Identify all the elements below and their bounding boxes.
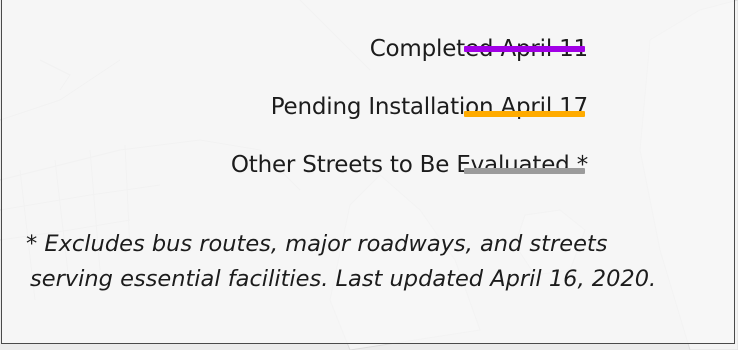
legend-label-other-streets: Other Streets to Be Evaluated *: [230, 152, 588, 178]
legend-swatch-pending: [464, 111, 585, 117]
legend-swatch-other-streets: [464, 168, 585, 174]
legend-swatch-completed: [464, 46, 585, 52]
footnote: * Excludes bus routes, major roadways, a…: [26, 227, 716, 297]
footnote-line-2: serving essential facilities. Last updat…: [30, 266, 657, 292]
footnote-line-1: * Excludes bus routes, major roadways, a…: [26, 231, 608, 257]
